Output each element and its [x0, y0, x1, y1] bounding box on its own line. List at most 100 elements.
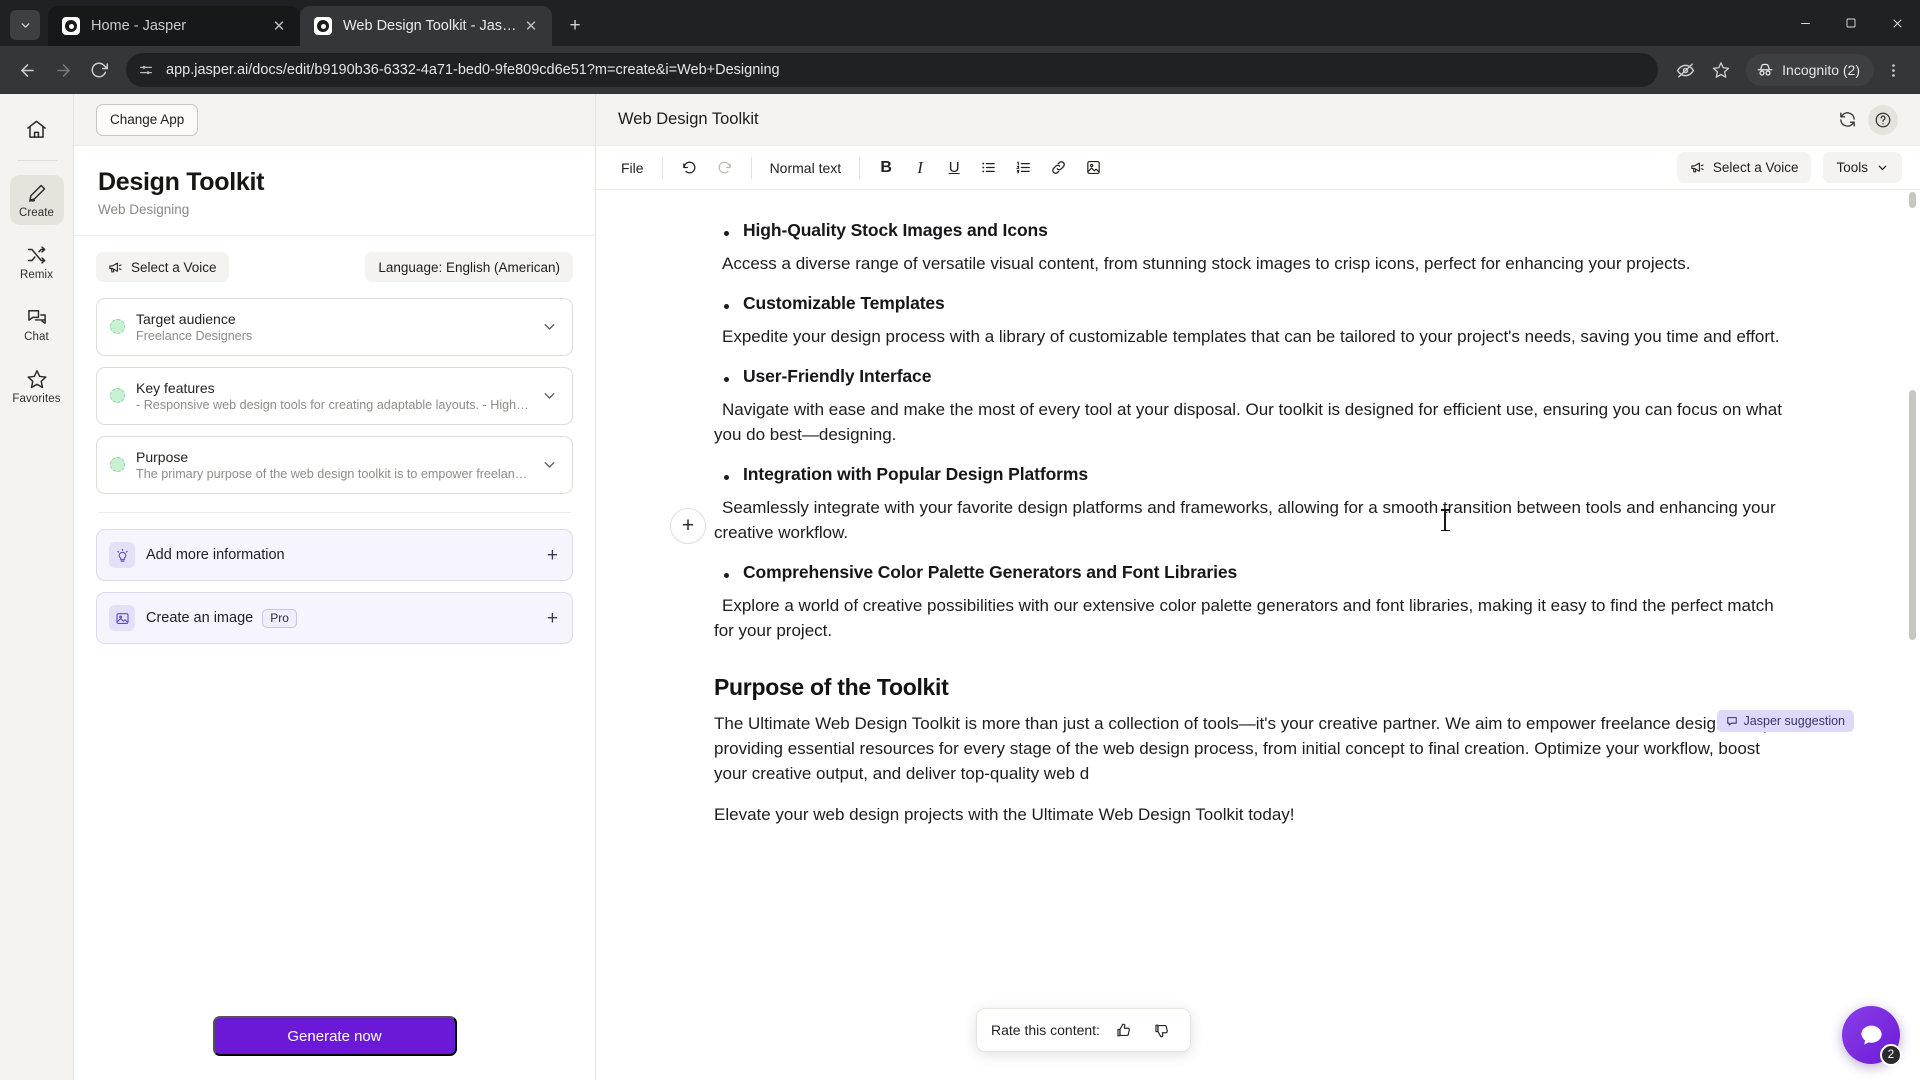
underline-button[interactable]: U	[939, 153, 969, 183]
document-paragraph: Navigate with ease and make the most of …	[714, 399, 1782, 444]
change-app-button[interactable]: Change App	[96, 103, 199, 136]
close-window-button[interactable]	[1874, 0, 1920, 46]
browser-tab-home[interactable]: Home - Jasper ✕	[48, 6, 300, 46]
add-more-information-button[interactable]: Add more information +	[96, 529, 573, 581]
address-bar[interactable]: app.jasper.ai/docs/edit/b9190b36-6332-4a…	[126, 53, 1659, 87]
thumbs-down-icon[interactable]	[1148, 1016, 1176, 1044]
text-cursor	[1440, 509, 1450, 531]
help-icon[interactable]	[1868, 104, 1898, 135]
bold-button[interactable]: B	[871, 153, 901, 183]
sidebar-item-create[interactable]: Create	[9, 175, 64, 225]
bulleted-list-icon[interactable]	[973, 153, 1004, 183]
jasper-suggestion-badge[interactable]: Jasper suggestion	[1716, 710, 1854, 732]
tab-search-button[interactable]	[10, 10, 40, 40]
add-icon[interactable]: +	[547, 609, 558, 628]
language-selector[interactable]: Language: English (American)	[365, 252, 573, 282]
add-icon[interactable]: +	[547, 546, 558, 565]
sidebar-item-remix[interactable]: Remix	[10, 237, 64, 287]
create-an-image-button[interactable]: Create an image Pro +	[96, 592, 573, 644]
sidebar-item-favorites[interactable]: Favorites	[10, 361, 64, 411]
field-card-key-features[interactable]: Key features - Responsive web design too…	[96, 367, 573, 425]
back-icon[interactable]	[10, 53, 44, 87]
tools-dropdown[interactable]: Tools	[1823, 152, 1902, 183]
browser-tab-strip: Home - Jasper ✕ Web Design Toolkit - Jas…	[0, 0, 1920, 46]
action-label: Add more information	[146, 547, 285, 563]
bullet-text: User-Friendly Interface	[743, 365, 932, 386]
pencil-icon	[26, 182, 48, 204]
status-dot	[110, 457, 125, 472]
panel-footer: Generate now	[74, 1016, 595, 1080]
document-paragraph: Seamlessly integrate with your favorite …	[714, 497, 1776, 542]
generate-now-button[interactable]: Generate now	[212, 1016, 457, 1056]
chat-unread-badge: 2	[1880, 1044, 1902, 1066]
chat-bubble-icon	[1858, 1022, 1885, 1049]
scrollbar-thumb[interactable]	[1909, 390, 1916, 640]
field-value: Freelance Designers	[136, 328, 253, 343]
incognito-indicator[interactable]: Incognito (2)	[1746, 54, 1874, 86]
italic-button[interactable]: I	[905, 153, 935, 183]
field-card-purpose[interactable]: Purpose The primary purpose of the web d…	[96, 436, 573, 494]
bullet-dot	[724, 231, 729, 236]
file-menu-button[interactable]: File	[614, 153, 651, 183]
editor-scrollbar[interactable]	[1909, 190, 1918, 1080]
document-bullet-heading: Comprehensive Color Palette Generators a…	[724, 562, 1790, 583]
rate-content-label: Rate this content:	[991, 1022, 1100, 1038]
panel-divider	[98, 512, 571, 513]
sidebar-item-label: Remix	[19, 269, 54, 281]
editor-header: Web Design Toolkit	[596, 94, 1920, 146]
tab-close-icon[interactable]: ✕	[268, 15, 290, 37]
chevron-down-icon[interactable]	[541, 456, 558, 473]
document-body[interactable]: High-Quality Stock Images and Icons Acce…	[596, 190, 1920, 884]
site-settings-icon[interactable]	[138, 62, 154, 78]
editor-select-a-voice-button[interactable]: Select a Voice	[1676, 152, 1812, 183]
link-icon[interactable]	[1043, 153, 1074, 183]
browser-omnibox-bar: app.jasper.ai/docs/edit/b9190b36-6332-4a…	[0, 46, 1920, 94]
sidebar-item-label: Create	[18, 207, 55, 219]
support-chat-button[interactable]: 2	[1842, 1006, 1902, 1066]
chevron-down-icon	[1876, 161, 1889, 174]
chevron-down-icon[interactable]	[541, 318, 558, 335]
field-card-target-audience[interactable]: Target audience Freelance Designers	[96, 298, 573, 356]
browser-tab-web-design-toolkit[interactable]: Web Design Toolkit - Jasper ✕	[300, 6, 552, 46]
incognito-label: Incognito (2)	[1782, 62, 1860, 78]
select-a-voice-button[interactable]: Select a Voice	[96, 252, 229, 282]
document-title[interactable]: Web Design Toolkit	[618, 110, 1826, 129]
document-paragraph: Elevate your web design projects with th…	[714, 804, 1295, 824]
refresh-icon[interactable]	[1832, 105, 1862, 135]
rail-divider	[16, 160, 57, 161]
document-paragraph: Explore a world of creative possibilitie…	[714, 595, 1774, 640]
bullet-text: Customizable Templates	[743, 292, 945, 313]
sidebar-item-home[interactable]	[16, 108, 58, 150]
sidebar-item-chat[interactable]: Chat	[10, 299, 64, 349]
text-style-dropdown[interactable]: Normal text	[763, 153, 849, 183]
bookmark-star-icon[interactable]	[1704, 53, 1738, 87]
app-shell: Create Remix Chat Favorites Change App D…	[0, 94, 1920, 1080]
document-canvas[interactable]: High-Quality Stock Images and Icons Acce…	[596, 190, 1920, 1080]
chrome-menu-icon[interactable]	[1876, 53, 1910, 87]
document-paragraph: Access a diverse range of versatile visu…	[722, 254, 1691, 273]
insert-block-button[interactable]: +	[670, 508, 706, 544]
comment-icon	[1726, 715, 1738, 727]
thumbs-up-icon[interactable]	[1110, 1016, 1138, 1044]
panel-title-block: Design Toolkit Web Designing	[74, 146, 595, 236]
document-paragraph: The Ultimate Web Design Toolkit is more …	[714, 713, 1772, 783]
image-icon	[109, 605, 135, 631]
maximize-button[interactable]	[1828, 0, 1874, 46]
chevron-down-icon[interactable]	[541, 387, 558, 404]
new-tab-button[interactable]: +	[560, 11, 590, 41]
tab-close-icon[interactable]: ✕	[520, 15, 542, 37]
configuration-panel: Change App Design Toolkit Web Designing …	[74, 94, 596, 1080]
megaphone-icon	[108, 260, 123, 275]
bullet-dot	[724, 303, 729, 309]
tracking-protection-icon[interactable]	[1668, 53, 1702, 87]
tools-label: Tools	[1836, 160, 1868, 175]
reload-icon[interactable]	[82, 53, 116, 87]
panel-body: Select a Voice Language: English (Americ…	[74, 236, 595, 1016]
minimize-button[interactable]	[1782, 0, 1828, 46]
bullet-dot	[724, 376, 729, 382]
undo-button[interactable]	[674, 153, 705, 183]
scrollbar-thumb-top[interactable]	[1909, 192, 1916, 208]
numbered-list-icon[interactable]	[1008, 153, 1039, 183]
shuffle-icon	[26, 244, 48, 266]
insert-image-icon[interactable]	[1078, 153, 1109, 183]
